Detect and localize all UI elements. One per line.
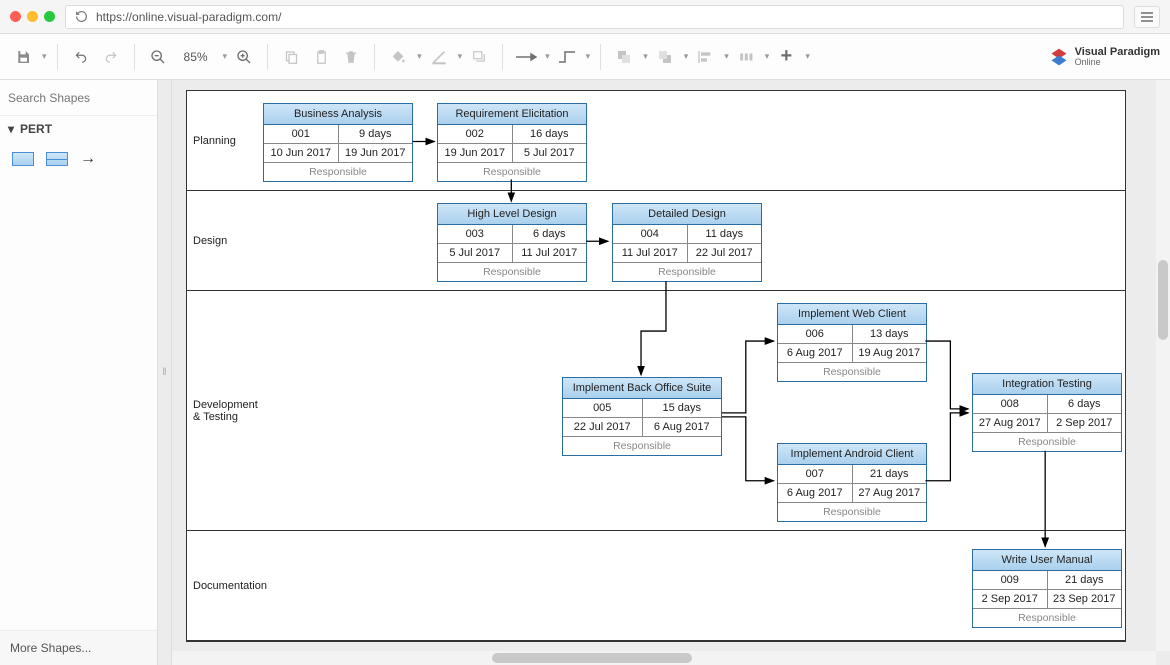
align-button[interactable] — [692, 43, 718, 71]
canvas[interactable]: Planning Business Analysis 0019 days 10 … — [172, 80, 1170, 665]
diagram-page[interactable]: Planning Business Analysis 0019 days 10 … — [186, 90, 1126, 642]
palette-title: PERT — [20, 122, 52, 136]
zoom-out-button[interactable] — [145, 43, 171, 71]
zoom-in-button[interactable] — [231, 43, 257, 71]
horizontal-scrollbar[interactable] — [172, 651, 1156, 665]
front-dropdown-icon[interactable]: ▾ — [643, 51, 648, 62]
paste-button[interactable] — [308, 43, 334, 71]
brand-text: Visual ParadigmOnline — [1075, 47, 1160, 67]
fill-color-button[interactable] — [385, 43, 411, 71]
redo-button[interactable] — [98, 43, 124, 71]
node-business-analysis[interactable]: Business Analysis 0019 days 10 Jun 20171… — [263, 103, 413, 182]
line-color-button[interactable] — [426, 43, 452, 71]
vertical-scrollbar[interactable] — [1156, 80, 1170, 651]
lane-label-documentation: Documentation — [187, 531, 257, 640]
to-back-button[interactable] — [652, 43, 678, 71]
browser-chrome: https://online.visual-paradigm.com/ — [0, 0, 1170, 34]
to-front-button[interactable] — [611, 43, 637, 71]
url-text: https://online.visual-paradigm.com/ — [96, 10, 281, 24]
app-toolbar: ▾ 85% ▾ ▾ ▾ ▾ ▾ ▾ — [0, 34, 1170, 80]
window-controls — [10, 11, 55, 22]
save-dropdown-icon[interactable]: ▾ — [42, 51, 47, 62]
brand-logo-area[interactable]: Visual ParadigmOnline — [1049, 47, 1160, 67]
node-integration-testing[interactable]: Integration Testing 0086 days 27 Aug 201… — [972, 373, 1122, 452]
fill-dropdown-icon[interactable]: ▾ — [417, 51, 422, 62]
maximize-window-icon[interactable] — [44, 11, 55, 22]
shadow-button[interactable] — [466, 43, 492, 71]
save-button[interactable] — [10, 43, 36, 71]
pert-task-detailed-shape[interactable] — [46, 152, 68, 166]
node-requirement-elicitation[interactable]: Requirement Elicitation 00216 days 19 Ju… — [437, 103, 587, 182]
palette-header[interactable]: ▾ PERT — [0, 116, 157, 142]
reload-icon[interactable] — [74, 10, 88, 24]
node-user-manual[interactable]: Write User Manual 00921 days 2 Sep 20172… — [972, 549, 1122, 628]
copy-button[interactable] — [278, 43, 304, 71]
distribute-button[interactable] — [733, 43, 759, 71]
zoom-level[interactable]: 85% — [175, 50, 217, 64]
sidebar-collapse-gutter[interactable]: ‖ — [158, 80, 172, 665]
visual-paradigm-logo-icon — [1049, 47, 1069, 67]
undo-button[interactable] — [68, 43, 94, 71]
add-button[interactable]: + — [773, 43, 799, 71]
lane-label-planning: Planning — [187, 91, 257, 190]
palette-body: → — [0, 142, 157, 176]
connector-shape[interactable]: → — [80, 150, 96, 168]
node-android-client[interactable]: Implement Android Client 00721 days 6 Au… — [777, 443, 927, 522]
delete-button[interactable] — [338, 43, 364, 71]
back-dropdown-icon[interactable]: ▾ — [684, 51, 689, 62]
line-dropdown-icon[interactable]: ▾ — [458, 51, 463, 62]
sidebar: ▾ PERT → More Shapes... — [0, 80, 158, 665]
node-high-level-design[interactable]: High Level Design 0036 days 5 Jul 201711… — [437, 203, 587, 282]
node-back-office-suite[interactable]: Implement Back Office Suite 00515 days 2… — [562, 377, 722, 456]
lane-label-development: Development & Testing — [187, 291, 257, 530]
add-dropdown-icon[interactable]: ▾ — [805, 51, 810, 62]
waypoint-dropdown-icon[interactable]: ▾ — [586, 51, 591, 62]
more-shapes-button[interactable]: More Shapes... — [0, 630, 157, 665]
lane-label-design: Design — [187, 191, 257, 290]
pert-task-shape[interactable] — [12, 152, 34, 166]
search-shapes-input[interactable] — [8, 91, 163, 105]
zoom-dropdown-icon[interactable]: ▾ — [223, 51, 228, 62]
close-window-icon[interactable] — [10, 11, 21, 22]
node-detailed-design[interactable]: Detailed Design 00411 days 11 Jul 201722… — [612, 203, 762, 282]
collapse-icon: ▾ — [8, 122, 14, 136]
address-bar[interactable]: https://online.visual-paradigm.com/ — [65, 5, 1124, 29]
waypoint-style-button[interactable] — [554, 43, 580, 71]
browser-menu-icon[interactable] — [1134, 6, 1160, 28]
connector-dropdown-icon[interactable]: ▾ — [545, 51, 550, 62]
node-web-client[interactable]: Implement Web Client 00613 days 6 Aug 20… — [777, 303, 927, 382]
distribute-dropdown-icon[interactable]: ▾ — [765, 51, 770, 62]
connector-style-button[interactable] — [513, 43, 539, 71]
align-dropdown-icon[interactable]: ▾ — [724, 51, 729, 62]
minimize-window-icon[interactable] — [27, 11, 38, 22]
